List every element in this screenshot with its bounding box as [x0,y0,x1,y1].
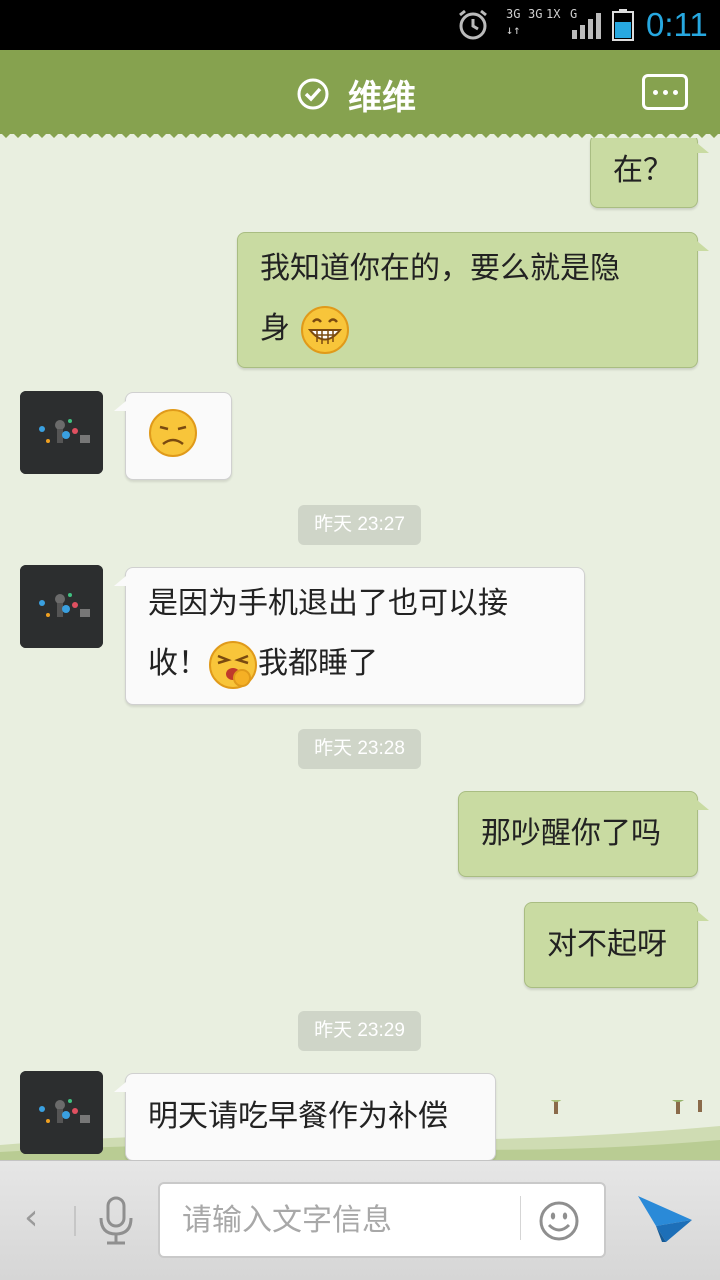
message-bubble-outgoing[interactable]: 我知道你在的，要么就是隐 身 [237,232,709,368]
message-text: 身 [260,311,290,346]
online-check-icon [297,78,329,110]
avatar-art [20,391,103,474]
send-paper-plane-icon[interactable] [636,1190,694,1246]
message-text: 我都睡了 [258,646,378,681]
message-list[interactable]: 在？ 我知道你在的，要么就是隐 身 昨天 23:27 是因为手机退出了也可以接 … [0,138,720,1160]
more-options-button[interactable] [642,74,688,110]
network-type-3: 1X [546,7,561,21]
alarm-icon [459,9,487,40]
timestamp: 昨天 23:27 [298,505,421,545]
yawn-emoji-icon [209,640,257,689]
header-zigzag-edge [0,128,720,138]
more-options-icon [652,89,658,95]
network-type-1: 3G [506,7,521,21]
timestamp: 昨天 23:28 [298,729,421,769]
signal-icon [572,13,601,39]
message-text: 收！ [148,646,208,681]
microphone-icon[interactable] [96,1196,136,1246]
sad-emoji-icon [149,409,197,457]
network-type-2: 3G [528,7,543,21]
clock: 0:11 [646,6,708,43]
data-arrows-icon: ↓↑ [506,23,521,37]
message-text: 明天请吃早餐作为补偿 [148,1099,448,1134]
message-bubble-outgoing[interactable]: 在？ [590,138,709,208]
smiley-face-icon[interactable] [538,1200,580,1242]
message-bubble-incoming[interactable]: 明天请吃早餐作为补偿 [114,1073,496,1160]
divider [520,1196,521,1240]
chat-title-group: 维维 [296,72,416,118]
back-chevron-icon[interactable]: ‹ [24,1196,38,1240]
avatar-art [20,565,103,648]
message-bubble-incoming[interactable] [114,392,232,480]
more-dot [672,89,678,95]
contact-avatar[interactable] [20,565,103,648]
message-text: 是因为手机退出了也可以接 [148,586,508,621]
status-bar: 3G ↓↑ 3G 1X G 0:11 [0,0,720,50]
timestamp: 昨天 23:29 [298,1011,421,1051]
grin-emoji-icon [300,305,349,354]
message-bubble-incoming[interactable]: 是因为手机退出了也可以接 收！ 我都睡了 [114,567,585,705]
contact-name: 维维 [348,77,416,118]
message-bubble-outgoing[interactable]: 那吵醒你了吗 [458,791,709,877]
battery-icon [612,9,634,41]
more-dot [662,89,668,95]
contact-avatar[interactable] [20,391,103,474]
message-text: 那吵醒你了吗 [481,816,661,851]
contact-avatar[interactable] [20,1071,103,1154]
message-bubble-outgoing[interactable]: 对不起呀 [524,902,709,988]
message-text: 我知道你在的，要么就是隐 [260,251,620,286]
divider [74,1206,76,1236]
avatar-art [20,1071,103,1154]
message-text: 在？ [613,153,673,188]
message-text: 对不起呀 [547,927,667,962]
